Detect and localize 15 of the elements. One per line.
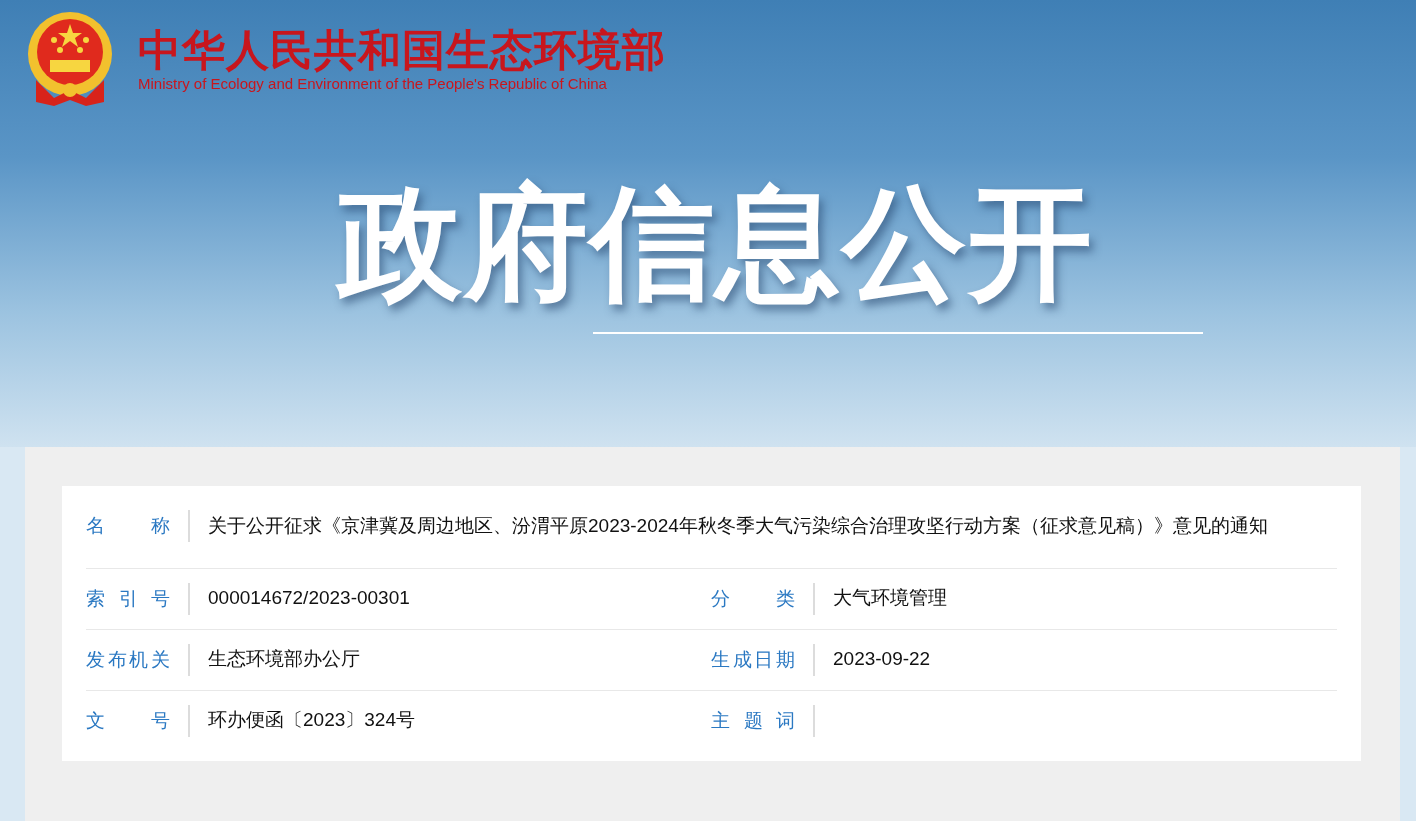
field-value: 大气环境管理 <box>833 586 947 610</box>
field-label: 生成日期 <box>711 648 795 672</box>
site-title: 中华人民共和国生态环境部 <box>138 25 666 75</box>
field-value: 生态环境部办公厅 <box>208 647 360 671</box>
field-label: 文号 <box>86 709 170 733</box>
field-value: 关于公开征求《京津冀及周边地区、汾渭平原2023-2024年秋冬季大气污染综合治理攻坚行动方案（征求意见稿）》意见的通知 <box>208 514 1268 538</box>
field-label: 发布机关 <box>86 648 170 672</box>
site-subtitle: Ministry of Ecology and Environment of the People's Republic of China <box>138 75 608 93</box>
field-value: 2023-09-22 <box>833 647 931 671</box>
field-value: 000014672/2023-00301 <box>208 586 410 610</box>
field-value: 环办便函〔2023〕324号 <box>208 708 415 732</box>
field-label: 名称 <box>86 514 170 538</box>
field-label: 分类 <box>711 587 795 611</box>
field-label: 索引号 <box>86 587 170 611</box>
field-label: 主题词 <box>711 709 795 733</box>
